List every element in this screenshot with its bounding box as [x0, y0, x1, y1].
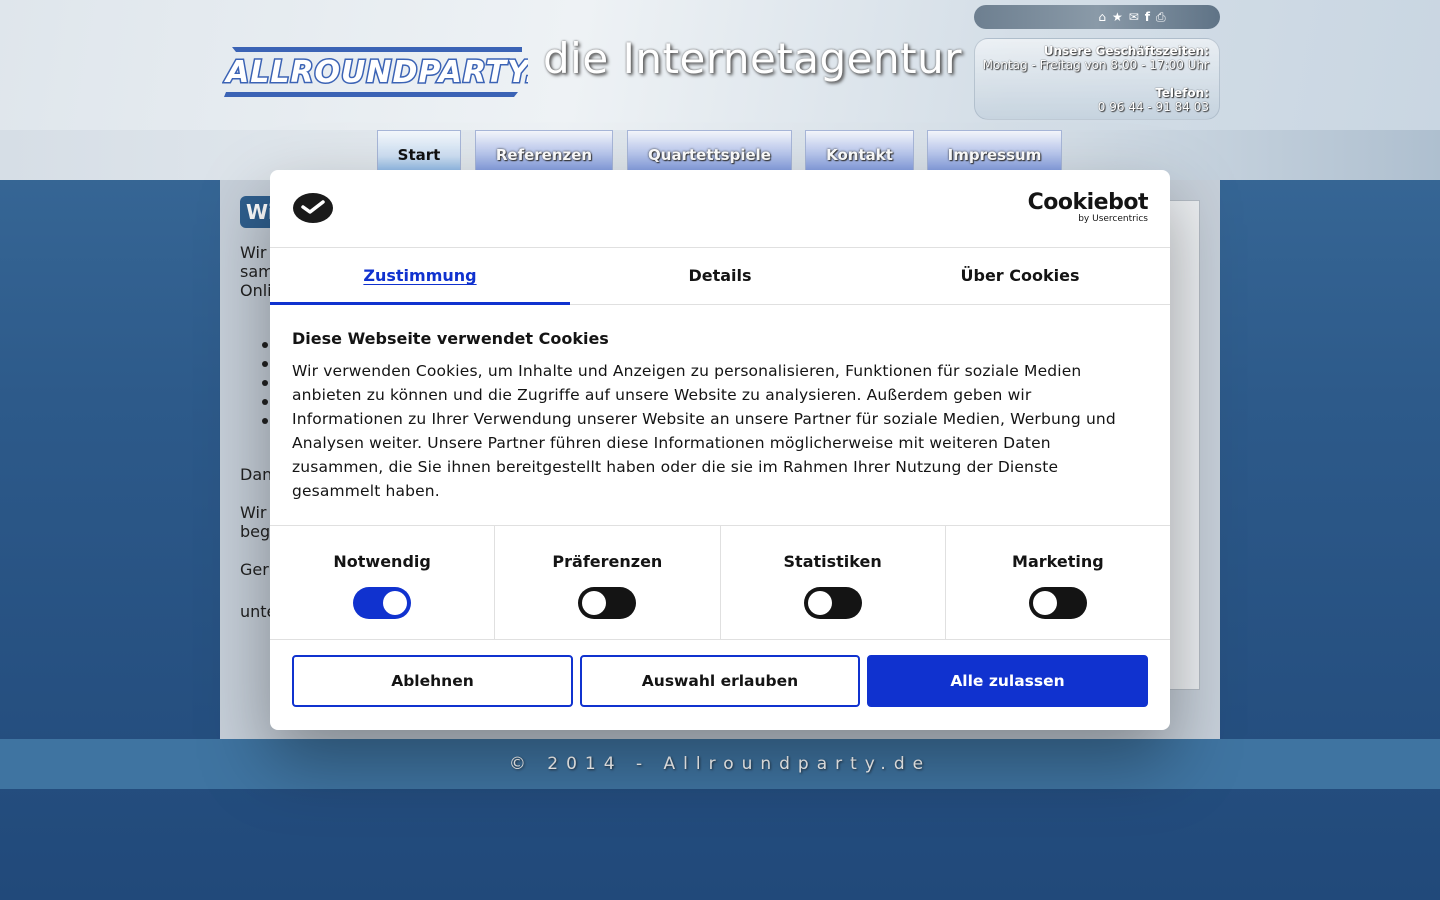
consent-body: Wir verwenden Cookies, um Inhalte und An… [292, 362, 1116, 500]
star-icon[interactable]: ★ [1112, 11, 1123, 23]
content-line: sam [240, 262, 274, 281]
business-hours-box: Unsere Geschäftszeiten: Montag - Freitag… [974, 38, 1220, 120]
category-necessary: Notwendig [270, 526, 496, 639]
category-label: Statistiken [783, 552, 882, 571]
category-preferences: Präferenzen [495, 526, 721, 639]
hours-text: Montag - Freitag von 8:00 - 17:00 Uhr [982, 58, 1209, 72]
mail-icon[interactable]: ✉ [1129, 11, 1139, 23]
content-line: Wir [240, 243, 267, 262]
facebook-icon[interactable]: f [1145, 11, 1150, 23]
phone-title: Telefon: [1155, 86, 1209, 100]
content-line: Onli [240, 281, 272, 300]
list-bullet [262, 418, 268, 424]
preferences-toggle[interactable] [578, 587, 637, 619]
content-line: Wir [240, 503, 267, 522]
site-logo[interactable]: ALLROUNDPARTY.DE [222, 44, 528, 98]
nav-tab-referenzen[interactable]: Referenzen [475, 130, 613, 174]
statistics-toggle[interactable] [803, 587, 862, 619]
cookie-consent-dialog: Cookiebot by Usercentrics Zustimmung Det… [270, 170, 1170, 730]
nav-tab-quartettspiele[interactable]: Quartettspiele [627, 130, 792, 174]
decline-button[interactable]: Ablehnen [292, 655, 573, 707]
consent-categories: Notwendig Präferenzen Statistiken Market… [270, 525, 1170, 640]
category-marketing: Marketing [946, 526, 1170, 639]
tab-ueber-cookies[interactable]: Über Cookies [870, 248, 1170, 304]
allow-selection-button[interactable]: Auswahl erlauben [580, 655, 860, 707]
footer: © 2014 - Allroundparty.de [0, 739, 1440, 789]
cookie-icon [293, 193, 333, 223]
consent-tabs: Zustimmung Details Über Cookies [270, 247, 1170, 305]
cookiebot-logo: Cookiebot by Usercentrics [1027, 190, 1149, 225]
cookiebot-brand: Cookiebot [1027, 190, 1149, 215]
necessary-toggle[interactable] [353, 587, 412, 619]
tab-zustimmung[interactable]: Zustimmung [270, 248, 570, 305]
category-label: Präferenzen [552, 552, 663, 571]
home-icon[interactable]: ⌂ [1098, 11, 1106, 23]
main-nav: Start Referenzen Quartettspiele Kontakt … [0, 130, 1440, 174]
category-label: Notwendig [333, 552, 431, 571]
list-bullet [262, 342, 268, 348]
nav-tab-impressum[interactable]: Impressum [927, 130, 1062, 174]
consent-title: Diese Webseite verwendet Cookies [292, 329, 609, 348]
quick-icons-bar: ⌂ ★ ✉ f ⎙ [974, 5, 1220, 29]
content-line: beg [240, 522, 271, 541]
category-label: Marketing [1012, 552, 1104, 571]
tagline: die Internetagentur [543, 34, 962, 83]
list-bullet [262, 380, 268, 386]
content-line: Dan [240, 465, 273, 484]
list-bullet [262, 361, 268, 367]
cookiebot-brand-sub: by Usercentrics [1078, 214, 1148, 224]
hours-title: Unsere Geschäftszeiten: [1043, 44, 1209, 58]
category-statistics: Statistiken [721, 526, 946, 639]
marketing-toggle[interactable] [1028, 587, 1087, 619]
content-line: Ger [240, 560, 269, 579]
print-icon[interactable]: ⎙ [1156, 11, 1166, 23]
nav-tab-start[interactable]: Start [377, 130, 461, 174]
nav-tab-kontakt[interactable]: Kontakt [805, 130, 914, 174]
allow-all-button[interactable]: Alle zulassen [867, 655, 1148, 707]
logo-text: ALLROUNDPARTY.DE [224, 55, 528, 90]
list-bullet [262, 399, 268, 405]
phone-number: 0 96 44 - 91 84 03 [1097, 100, 1209, 114]
tab-details[interactable]: Details [570, 248, 870, 304]
